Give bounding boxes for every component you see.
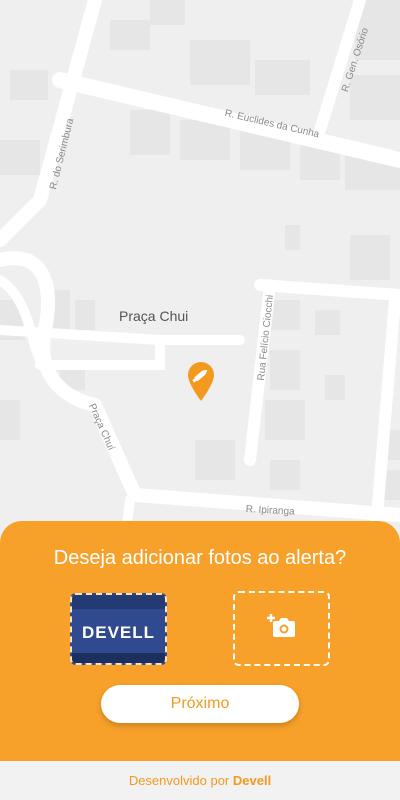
footer-prefix: Desenvolvido por	[128, 773, 233, 788]
photo-logo-text: DEVELL	[81, 623, 156, 642]
photo-thumbnail[interactable]: DEVELL	[70, 593, 167, 665]
footer: Desenvolvido por Devell	[0, 761, 400, 800]
place-label: Praça Chui	[119, 308, 189, 324]
add-photos-panel: Deseja adicionar fotos ao alerta? DEVELL…	[0, 521, 400, 761]
panel-title: Deseja adicionar fotos ao alerta?	[53, 547, 347, 569]
alert-pin-icon[interactable]	[186, 360, 216, 402]
photo-band-bottom	[72, 653, 165, 663]
footer-brand[interactable]: Devell	[233, 773, 271, 788]
photo-band-top	[72, 595, 165, 609]
map-view[interactable]: R. Euclides da Cunha R. Gen. Osório R. d…	[0, 0, 400, 540]
next-button[interactable]: Próximo	[101, 685, 299, 723]
add-photo-button[interactable]	[233, 591, 330, 666]
map-canvas	[0, 0, 400, 540]
add-camera-icon	[266, 613, 297, 644]
